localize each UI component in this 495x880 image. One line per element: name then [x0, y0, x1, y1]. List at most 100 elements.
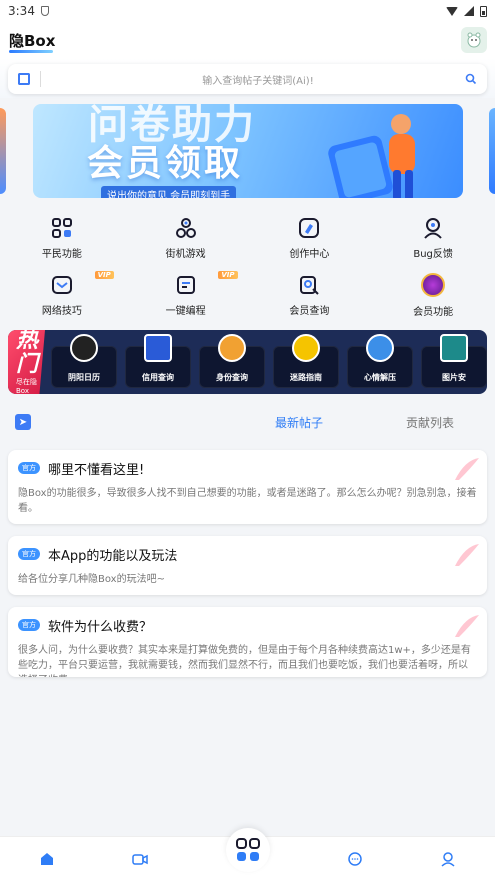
official-badge: 官方: [18, 548, 40, 560]
post-title: 本App的功能以及玩法: [48, 548, 178, 564]
app-header: 隐Box: [0, 22, 495, 58]
feature-grid: 平民功能 街机游戏 创作中心 Bug反馈 VIP 网络技巧 VIP 一键编程 会…: [0, 206, 495, 324]
feature-item-creation[interactable]: 创作中心: [248, 210, 372, 267]
yin-yang-icon: [70, 334, 98, 362]
banner[interactable]: 问卷助力 会员领取 说出你的意见 会员即刻到手: [33, 104, 463, 198]
feature-item-bug-report[interactable]: Bug反馈: [371, 210, 495, 267]
banner-carousel[interactable]: 问卷助力 会员领取 说出你的意见 会员即刻到手: [0, 104, 495, 206]
feature-item-basic[interactable]: 平民功能: [0, 210, 124, 267]
user-feedback-icon: [424, 218, 442, 239]
search-icon[interactable]: [465, 73, 477, 85]
search-input[interactable]: 输入查询帖子关键词(Ai)!: [51, 72, 465, 87]
wifi-icon: [446, 6, 458, 16]
hot-item-calendar[interactable]: 阴阳日历: [51, 334, 117, 388]
feature-item-member-query[interactable]: 会员查询: [248, 267, 372, 324]
hot-item-label: 心情解压: [364, 373, 396, 382]
feather-deco-icon: [455, 544, 479, 566]
post-title: 软件为什么收费？: [48, 619, 153, 635]
feature-item-one-click-code[interactable]: VIP 一键编程: [124, 267, 248, 324]
center-menu-button[interactable]: [226, 828, 270, 872]
feature-label: 创作中心: [289, 249, 330, 260]
hot-item-identity[interactable]: 身份查询: [199, 334, 265, 388]
feather-deco-icon: [455, 458, 479, 480]
battery-icon: [480, 5, 487, 17]
post-head: 官方 哪里不懂看这里!: [18, 458, 477, 478]
post-title: 哪里不懂看这里!: [48, 462, 145, 478]
profile-icon[interactable]: [440, 851, 456, 867]
feature-item-network-tips[interactable]: VIP 网络技巧: [0, 267, 124, 324]
post-head: 官方 本App的功能以及玩法: [18, 544, 477, 564]
hot-item-label: 身份查询: [216, 373, 248, 382]
status-time: 3:34: [8, 4, 35, 18]
feature-label: 平民功能: [41, 249, 82, 260]
post-body: 隐Box的功能很多，导致很多人找不到自己想要的功能，或者是迷路了。那么怎么办呢？…: [18, 488, 477, 514]
hot-item-label: 图片安: [442, 373, 466, 382]
post-body: 很多人问，为什么要收费？其实本来是打算做免费的，但是由于每个月各种续费高达1w+…: [18, 645, 471, 677]
post-tabs: ➤ 最新帖子 贡献列表: [0, 394, 495, 450]
mail-icon: [51, 276, 72, 294]
post-body: 给各位分享几种隐Box的玩法吧~: [18, 574, 165, 585]
home-icon[interactable]: [39, 851, 55, 867]
hot-subtitle: 尽在隐Box: [16, 378, 37, 394]
id-card-icon: [218, 334, 246, 362]
search-divider: [40, 71, 41, 87]
hot-item-mood[interactable]: 心情解压: [347, 334, 413, 388]
video-icon[interactable]: [132, 851, 148, 867]
official-badge: 官方: [18, 619, 40, 631]
post-card[interactable]: 官方 软件为什么收费？ 很多人问，为什么要收费？其实本来是打算做免费的，但是由于…: [8, 607, 487, 677]
search-member-icon: [300, 276, 320, 295]
hot-title: 热门: [16, 330, 39, 377]
banner-subtitle: 说出你的意见 会员即刻到手: [101, 186, 237, 198]
chat-icon[interactable]: [347, 851, 363, 867]
hot-item-label: 阴阳日历: [68, 373, 100, 382]
feather-deco-icon: [455, 615, 479, 637]
feature-label: 会员功能: [413, 307, 454, 318]
banner-title-main: 会员领取: [87, 143, 244, 184]
vip-tag: VIP: [94, 271, 114, 279]
apps-grid-icon: [236, 838, 260, 861]
bear-avatar-icon: [467, 32, 481, 48]
banner-next-peek[interactable]: [489, 108, 495, 194]
banner-illustration: [328, 114, 415, 198]
avatar[interactable]: [461, 27, 487, 53]
post-card[interactable]: 官方 哪里不懂看这里! 隐Box的功能很多，导致很多人找不到自己想要的功能，或者…: [8, 450, 487, 524]
post-head: 官方 软件为什么收费？: [18, 615, 477, 635]
hot-items: 阴阳日历 信用查询 身份查询 迷路指南 心情解压 图片安: [45, 330, 487, 394]
hot-item-label: 信用查询: [142, 373, 174, 382]
hot-strip[interactable]: 热门 尽在隐Box 阴阳日历 信用查询 身份查询 迷路指南 心情解压 图片安: [8, 330, 487, 394]
tab-contribution-list[interactable]: 贡献列表: [406, 414, 454, 431]
hot-item-credit[interactable]: 信用查询: [125, 334, 191, 388]
vip-tag: VIP: [218, 271, 238, 279]
gamepad-icon: [175, 218, 196, 238]
feature-label: 一键编程: [165, 306, 206, 317]
code-icon: [176, 276, 195, 294]
feature-item-member-functions[interactable]: 会员功能: [371, 267, 495, 324]
hot-item-lost-guide[interactable]: 迷路指南: [273, 334, 339, 388]
hot-item-image[interactable]: 图片安: [421, 334, 487, 388]
feature-label: 网络技巧: [41, 306, 82, 317]
hot-badge: 热门 尽在隐Box: [8, 330, 45, 394]
mood-icon: [366, 334, 394, 362]
post-card[interactable]: 官方 本App的功能以及玩法 给各位分享几种隐Box的玩法吧~: [8, 536, 487, 595]
search-bar[interactable]: 输入查询帖子关键词(Ai)!: [8, 64, 487, 94]
feature-label: Bug反馈: [413, 249, 453, 260]
scan-icon[interactable]: [18, 73, 30, 85]
banner-prev-peek[interactable]: [0, 108, 6, 194]
feature-label: 会员查询: [289, 306, 330, 317]
crown-icon: [421, 273, 446, 297]
hot-item-label: 迷路指南: [290, 373, 322, 382]
edit-icon: [299, 218, 320, 238]
credit-book-icon: [144, 334, 172, 362]
official-badge: 官方: [18, 462, 40, 474]
image-icon: [440, 334, 468, 362]
shield-icon: [40, 6, 49, 16]
status-bar: 3:34: [0, 0, 495, 22]
globe-icon: [292, 334, 320, 362]
app-title: 隐Box: [9, 31, 56, 53]
feature-label: 街机游戏: [165, 249, 206, 260]
rocket-icon[interactable]: ➤: [15, 414, 31, 430]
feature-item-arcade[interactable]: 街机游戏: [124, 210, 248, 267]
grid-icon: [51, 218, 72, 238]
search-area: 输入查询帖子关键词(Ai)!: [0, 58, 495, 98]
tab-latest-posts[interactable]: 最新帖子: [275, 414, 323, 431]
